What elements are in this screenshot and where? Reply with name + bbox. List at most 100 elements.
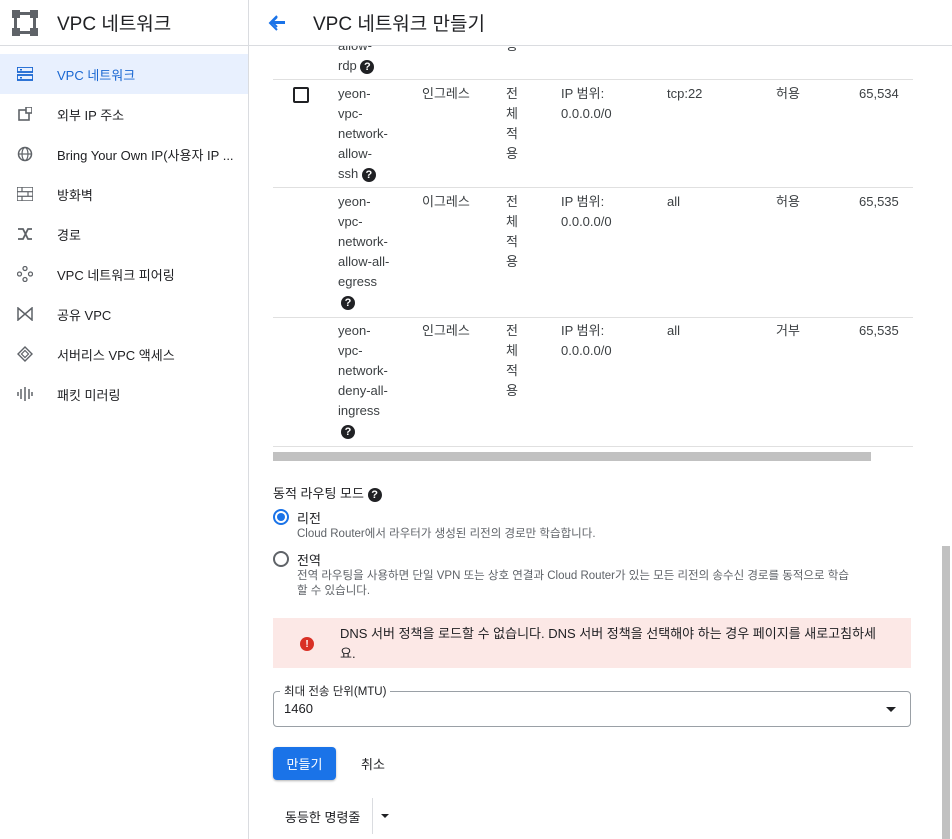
peering-icon — [16, 265, 34, 283]
routing-regional-label: 리전 — [297, 511, 321, 526]
name-line-text: ssh — [338, 166, 359, 181]
error-message: DNS 서버 정책을 로드할 수 없습니다. DNS 서버 정책을 선택해야 하… — [340, 624, 908, 664]
sidebar-item-label: 패킷 미러링 — [57, 387, 121, 403]
firewall-rule-action: 거부 — [776, 323, 800, 338]
sidebar-item-routes[interactable]: 경로 — [0, 214, 248, 254]
vpc-network-icon — [16, 65, 34, 83]
error-line: 요. — [340, 646, 356, 661]
name-line: ? — [338, 292, 389, 312]
routing-global-desc: 할 수 있습니다. — [297, 585, 371, 597]
mtu-label: 최대 전송 단위(MTU) — [280, 683, 391, 699]
name-line: network- — [338, 126, 388, 141]
firewall-rule-filter: IP 범위: 0.0.0.0/0 — [561, 84, 612, 124]
sidebar-item-vpc-network[interactable]: VPC 네트워크 — [0, 54, 248, 94]
firewall-rule-name: yeon- vpc- network- allow-all- egress ? — [338, 192, 389, 312]
sidebar-item-label: 서버리스 VPC 액세스 — [57, 347, 175, 363]
routing-mode-label: 동적 라우팅 모드 ? — [273, 483, 382, 502]
firewall-rule-filter: IP 범위: 0.0.0.0/0 — [561, 321, 612, 361]
filter-line: IP 범위: — [561, 194, 605, 209]
firewall-rule-action: 허용 — [776, 194, 800, 209]
chevron-down-icon[interactable] — [373, 814, 397, 818]
firewall-rule-name: yeon- vpc- network- deny-all- ingress ? — [338, 321, 388, 441]
error-icon: ! — [300, 637, 314, 651]
firewall-rule-target: 전 체 적 용 — [506, 192, 518, 272]
table-horizontal-scrollbar[interactable] — [273, 452, 871, 461]
help-icon[interactable]: ? — [361, 167, 376, 182]
firewall-rule-name: yeon- vpc- network- allow- ssh ? — [338, 84, 388, 184]
filter-line: 0.0.0.0/0 — [561, 343, 612, 358]
page-title: VPC 네트워크 만들기 — [313, 14, 485, 35]
name-line: allow-all- — [338, 254, 390, 269]
name-line: network- — [338, 363, 388, 378]
sidebar-item-packet-mirroring[interactable]: 패킷 미러링 — [0, 374, 248, 414]
sidebar-item-byoip[interactable]: Bring Your Own IP(사용자 IP ... — [0, 134, 248, 174]
firewall-rule-direction: 인그레스 — [422, 86, 470, 101]
name-line: rdp ? — [338, 56, 375, 76]
firewall-rule-filter: IP 범위: 0.0.0.0/0 — [561, 192, 612, 232]
name-line: yeon- — [338, 86, 371, 101]
target-line: 체 — [506, 343, 518, 358]
firewall-rule-direction: 이그레스 — [422, 194, 470, 209]
name-line: network- — [338, 234, 388, 249]
name-line: vpc- — [338, 214, 363, 229]
dns-error-banner: ! DNS 서버 정책을 로드할 수 없습니다. DNS 서버 정책을 선택해야… — [273, 618, 911, 668]
routing-regional-radio[interactable] — [273, 509, 289, 525]
mtu-value: 1460 — [284, 701, 313, 716]
create-button[interactable]: 만들기 — [273, 747, 336, 780]
name-line: allow- — [338, 46, 374, 56]
shared-vpc-icon — [16, 305, 34, 323]
target-line: 용 — [506, 383, 518, 398]
page-scrollbar-track[interactable] — [940, 46, 952, 839]
filter-line: 0.0.0.0/0 — [561, 106, 612, 121]
firewall-rule-priority: 65,535 — [859, 323, 899, 338]
sidebar-item-external-ip[interactable]: 외부 IP 주소 — [0, 94, 248, 134]
name-line: deny-all- — [338, 383, 388, 398]
help-icon[interactable]: ? — [360, 59, 375, 74]
target-line: 전 — [506, 86, 518, 101]
sidebar-item-shared-vpc[interactable]: 공유 VPC — [0, 294, 248, 334]
sidebar-item-label: VPC 네트워크 — [57, 67, 136, 83]
row-checkbox[interactable] — [293, 87, 309, 103]
page-header: VPC 네트워크 만들기 — [249, 0, 952, 46]
row-divider — [273, 446, 913, 447]
equivalent-command-button[interactable]: 동등한 명령줄 — [273, 798, 397, 834]
external-ip-icon — [16, 105, 34, 123]
row-divider — [273, 79, 913, 80]
target-line: 전 — [506, 194, 518, 209]
firewall-rule-protocol: all — [667, 194, 681, 209]
sidebar-item-label: 공유 VPC — [57, 307, 112, 323]
firewall-icon — [16, 185, 34, 203]
vpc-logo-icon — [12, 9, 38, 36]
routing-global-radio[interactable] — [273, 551, 289, 567]
firewall-rule-direction: 인그레스 — [422, 323, 470, 338]
sidebar-item-firewall[interactable]: 방화벽 — [0, 174, 248, 214]
help-icon[interactable]: ? — [367, 487, 382, 502]
help-icon[interactable]: ? — [341, 424, 355, 439]
routing-mode-label-text: 동적 라우팅 모드 — [273, 486, 364, 501]
firewall-rule-target: 전 체 적 용 — [506, 321, 518, 401]
target-line: 전 — [506, 323, 518, 338]
filter-line: IP 범위: — [561, 323, 605, 338]
filter-line: 0.0.0.0/0 — [561, 214, 612, 229]
target-line: 용 — [506, 46, 518, 56]
serverless-icon — [16, 345, 34, 363]
dropdown-arrow-icon — [886, 707, 896, 712]
mtu-select[interactable]: 최대 전송 단위(MTU) 1460 — [273, 683, 911, 727]
sidebar-item-peering[interactable]: VPC 네트워크 피어링 — [0, 254, 248, 294]
cancel-button[interactable]: 취소 — [347, 747, 399, 780]
sidebar-item-serverless[interactable]: 서버리스 VPC 액세스 — [0, 334, 248, 374]
sidebar-item-label: 방화벽 — [57, 187, 93, 203]
name-line: vpc- — [338, 106, 363, 121]
main-content: allow- rdp ? 용 yeon- vpc- network- allow… — [249, 46, 952, 839]
name-line: yeon- — [338, 323, 371, 338]
packet-mirroring-icon — [16, 385, 34, 403]
name-line: egress — [338, 274, 378, 289]
equivalent-command-label[interactable]: 동등한 명령줄 — [273, 798, 374, 834]
help-icon[interactable]: ? — [341, 295, 355, 310]
name-line: allow- — [338, 146, 372, 161]
sidebar-item-label: 경로 — [57, 227, 81, 243]
back-arrow-icon[interactable] — [267, 13, 287, 33]
firewall-rule-protocol: all — [667, 323, 681, 338]
target-line: 용 — [506, 254, 518, 269]
page-scrollbar-thumb[interactable] — [942, 546, 950, 839]
